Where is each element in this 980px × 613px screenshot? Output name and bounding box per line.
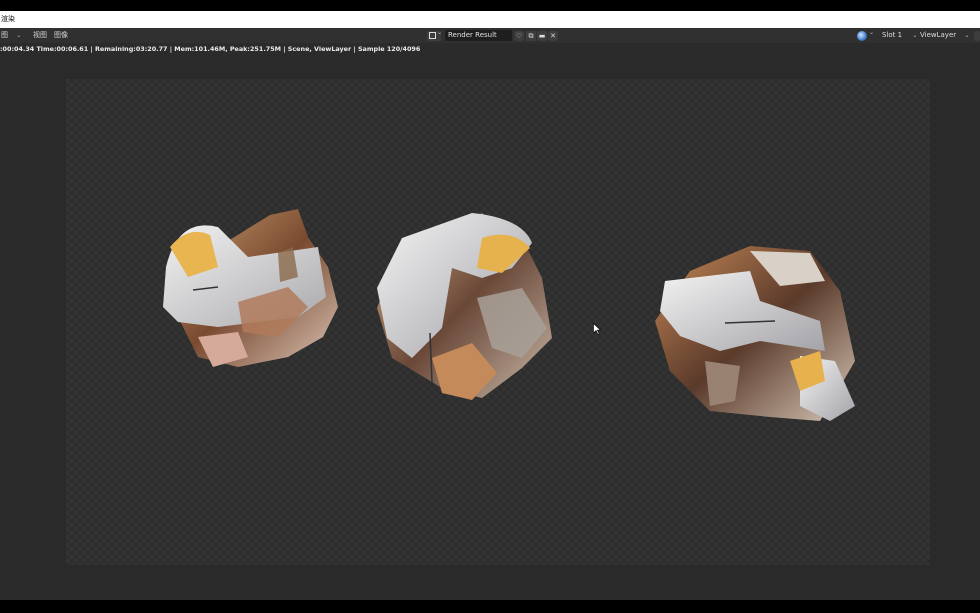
editor-type-label: 图 (1, 31, 8, 39)
close-icon[interactable]: ✕ (548, 31, 558, 41)
screen-bottom-edge (0, 600, 980, 613)
duplicate-image-icon[interactable]: ⧉ (526, 31, 536, 41)
fake-user-shield-icon[interactable]: ♡ (514, 31, 524, 41)
image-browse-button[interactable]: ⌄ (427, 29, 443, 41)
screen-top-edge (0, 0, 980, 11)
render-status-text: :00:04.34 Time:00:06.61 | Remaining:03:2… (0, 45, 421, 53)
render-status-bar: :00:04.34 Time:00:06.61 | Remaining:03:2… (0, 43, 980, 55)
slot-label: Slot 1 (882, 31, 903, 39)
chevron-down-icon: ⌄ (912, 32, 918, 39)
image-name-field[interactable]: Render Result (445, 30, 512, 41)
image-viewport[interactable] (0, 55, 980, 600)
menu-view[interactable]: 视图 (33, 28, 47, 43)
chevron-down-icon: ⌄ (16, 32, 22, 39)
chevron-down-icon[interactable]: ⌄ (869, 29, 874, 36)
editor-type-menu[interactable]: 图 ⌄ (1, 28, 21, 43)
slot-selector[interactable]: Slot 1 ⌄ (882, 30, 918, 41)
render-object-left (163, 209, 338, 367)
open-image-folder-icon[interactable]: ▬ (537, 31, 547, 41)
chevron-down-icon: ⌄ (964, 32, 970, 39)
render-object-right (655, 246, 855, 421)
view-layer-label: ViewLayer (920, 31, 957, 39)
view-layer-selector[interactable]: ViewLayer ⌄ (920, 30, 974, 41)
menu-image[interactable]: 图像 (54, 28, 68, 43)
image-icon (429, 32, 436, 39)
mouse-cursor (593, 323, 601, 335)
window-title: 渲染 (1, 15, 15, 23)
display-channels-icon[interactable] (857, 31, 867, 41)
pin-icon[interactable] (974, 31, 980, 41)
window-titlebar: 渲染 (0, 11, 980, 28)
image-editor-header: 图 ⌄ 视图 图像 ⌄ Render Result ♡ ⧉ ▬ ✕ ⌄ Slot… (0, 28, 980, 43)
chevron-down-icon: ⌄ (437, 29, 443, 36)
render-object-middle (377, 213, 552, 400)
